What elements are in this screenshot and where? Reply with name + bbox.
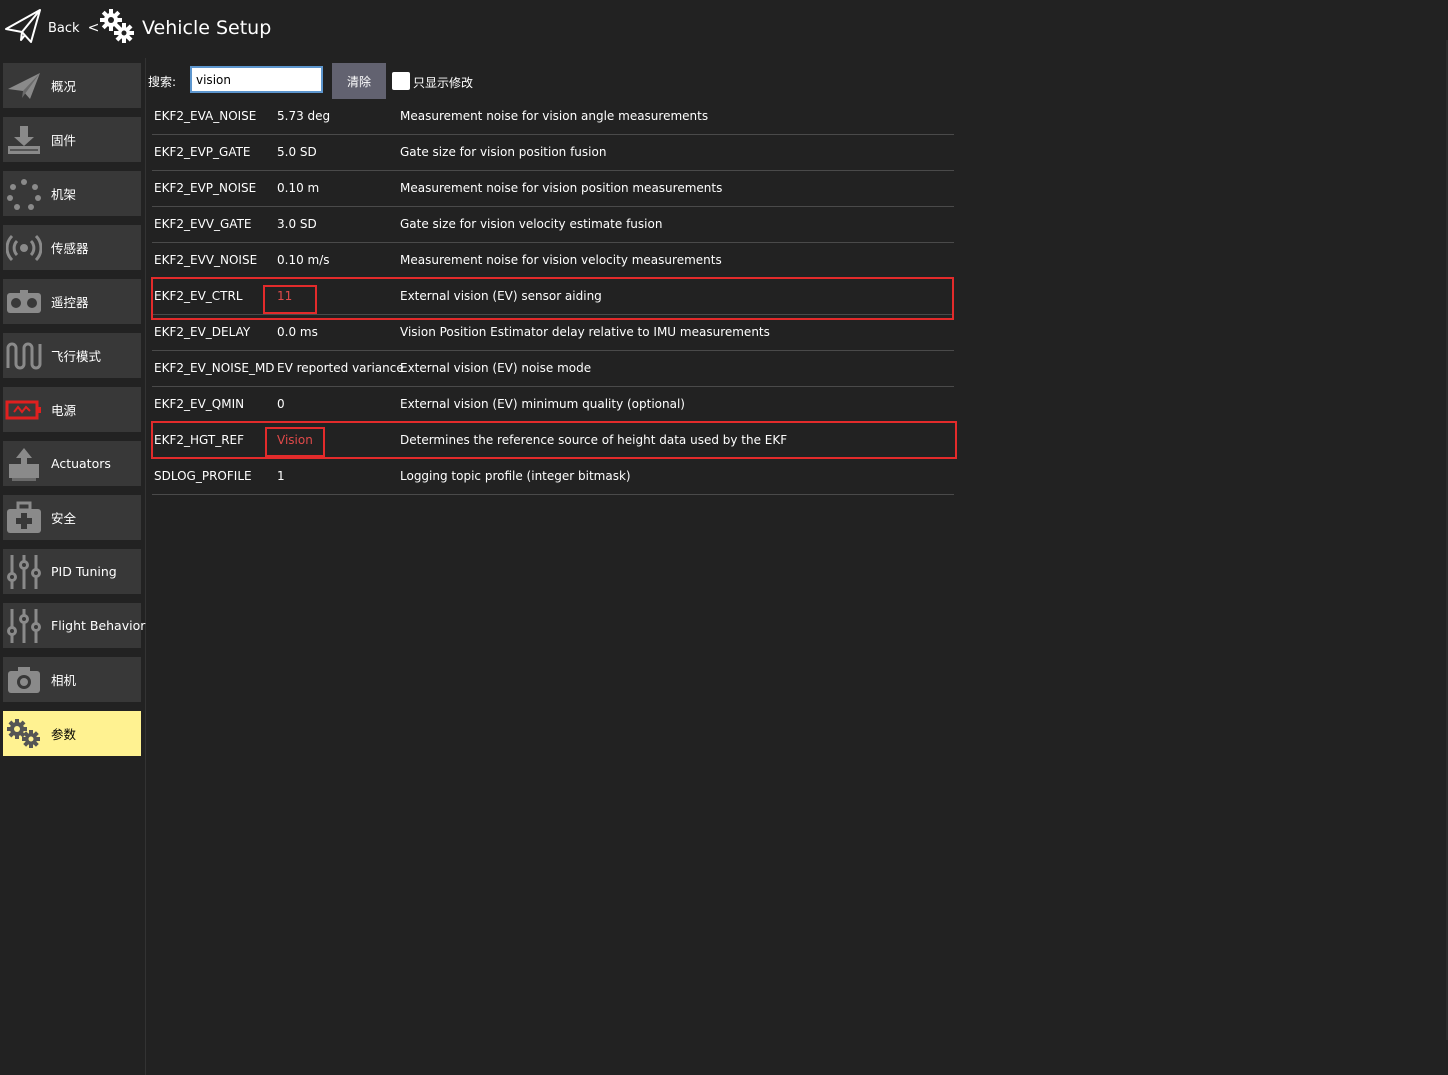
param-description: Gate size for vision velocity estimate f… <box>400 217 663 231</box>
sidebar-item-label: 飞行模式 <box>51 349 102 364</box>
param-name: EKF2_EVA_NOISE <box>154 109 257 123</box>
sidebar-item-label: 传感器 <box>51 241 89 256</box>
param-description: Measurement noise for vision position me… <box>400 181 723 195</box>
sidebar-item-label: 概况 <box>51 79 77 94</box>
battery-icon <box>3 387 45 432</box>
show-modified-label: 只显示修改 <box>413 76 474 90</box>
param-description: Logging topic profile (integer bitmask) <box>400 469 631 483</box>
sidebar-item-label: 固件 <box>51 133 77 148</box>
sidebar-item-flight-behavior[interactable]: Flight Behavior <box>3 603 145 648</box>
safety-kit-icon <box>3 495 45 540</box>
sidebar-item-parameters[interactable]: 参数 <box>3 711 141 756</box>
flight-modes-icon <box>3 333 45 378</box>
actuators-icon <box>3 441 45 486</box>
table-row[interactable]: EKF2_EV_QMIN 0 External vision (EV) mini… <box>152 387 954 423</box>
table-row[interactable]: SDLOG_PROFILE 1 Logging topic profile (i… <box>152 459 954 495</box>
table-row[interactable]: EKF2_EVV_GATE 3.0 SD Gate size for visio… <box>152 207 954 243</box>
sidebar-item-flight-modes[interactable]: 飞行模式 <box>3 333 141 378</box>
sliders-icon <box>3 603 45 648</box>
search-label: 搜索: <box>148 75 177 89</box>
table-row[interactable]: EKF2_EV_DELAY 0.0 ms Vision Position Est… <box>152 315 954 351</box>
sidebar-item-camera[interactable]: 相机 <box>3 657 141 702</box>
table-row[interactable]: EKF2_EV_NOISE_MD EV reported variance Ex… <box>152 351 954 387</box>
param-value: 3.0 SD <box>277 217 317 231</box>
sidebar-item-pid-tuning[interactable]: PID Tuning <box>3 549 141 594</box>
sidebar: 概况 固件 机架 传感器 遥控器 飞行模式 电源 Actuators 安全 PI… <box>0 58 146 1075</box>
sidebar-item-summary[interactable]: 概况 <box>3 63 141 108</box>
sliders-icon <box>3 549 45 594</box>
param-description: External vision (EV) sensor aiding <box>400 289 602 303</box>
param-description: Vision Position Estimator delay relative… <box>400 325 770 339</box>
sidebar-item-power[interactable]: 电源 <box>3 387 141 432</box>
show-modified-checkbox[interactable] <box>392 72 410 90</box>
sidebar-item-label: 相机 <box>51 673 77 688</box>
sidebar-item-label: PID Tuning <box>51 564 117 579</box>
page-title: Vehicle Setup <box>142 17 272 39</box>
table-row[interactable]: EKF2_EV_CTRL 11 External vision (EV) sen… <box>152 279 954 315</box>
param-name: EKF2_EVP_NOISE <box>154 181 257 195</box>
param-value: EV reported variance <box>277 361 404 375</box>
back-label: Back <box>48 20 80 36</box>
sidebar-item-label: 电源 <box>51 403 77 418</box>
param-description: Determines the reference source of heigh… <box>400 433 788 447</box>
param-name: EKF2_EV_QMIN <box>154 397 245 411</box>
param-value: 0 <box>277 397 285 411</box>
header: Back < Vehicle Setup <box>0 0 1448 58</box>
sidebar-item-label: 机架 <box>51 187 77 202</box>
table-row[interactable]: EKF2_EVP_GATE 5.0 SD Gate size for visio… <box>152 135 954 171</box>
sidebar-item-radio[interactable]: 遥控器 <box>3 279 141 324</box>
table-row[interactable]: EKF2_HGT_REF Vision Determines the refer… <box>152 423 954 459</box>
sidebar-item-safety[interactable]: 安全 <box>3 495 141 540</box>
radio-icon <box>3 279 45 324</box>
table-row[interactable]: EKF2_EVP_NOISE 0.10 m Measurement noise … <box>152 171 954 207</box>
param-description: Gate size for vision position fusion <box>400 145 607 159</box>
param-description: Measurement noise for vision velocity me… <box>400 253 722 267</box>
back-button[interactable]: Back < <box>4 8 99 48</box>
search-input[interactable] <box>190 66 323 93</box>
plane-icon <box>3 63 45 108</box>
sidebar-item-label: Actuators <box>51 456 111 471</box>
table-row[interactable]: EKF2_EVV_NOISE 0.10 m/s Measurement nois… <box>152 243 954 279</box>
param-name: EKF2_EVV_NOISE <box>154 253 258 267</box>
camera-icon <box>3 657 45 702</box>
param-name: EKF2_EVV_GATE <box>154 217 252 231</box>
param-value: 1 <box>277 469 285 483</box>
airframe-icon <box>3 171 45 216</box>
param-name: SDLOG_PROFILE <box>154 469 252 483</box>
param-value: 5.0 SD <box>277 145 317 159</box>
param-name: EKF2_EVP_GATE <box>154 145 251 159</box>
param-value: 0.10 m/s <box>277 253 330 267</box>
sidebar-item-sensors[interactable]: 传感器 <box>3 225 141 270</box>
sidebar-item-firmware[interactable]: 固件 <box>3 117 141 162</box>
param-description: External vision (EV) minimum quality (op… <box>400 397 685 411</box>
gears-icon <box>98 7 136 49</box>
sidebar-item-label: 安全 <box>51 511 77 526</box>
param-description: Measurement noise for vision angle measu… <box>400 109 709 123</box>
param-value: 0.0 ms <box>277 325 318 339</box>
param-value: 0.10 m <box>277 181 320 195</box>
sidebar-item-label: 参数 <box>51 727 77 742</box>
param-description: External vision (EV) noise mode <box>400 361 592 375</box>
gears-icon <box>3 711 45 756</box>
param-name: EKF2_EV_NOISE_MD <box>154 361 275 375</box>
page-title-area: Vehicle Setup <box>98 8 271 48</box>
param-name: EKF2_EV_DELAY <box>154 325 251 339</box>
sensors-icon <box>3 225 45 270</box>
param-name: EKF2_HGT_REF <box>154 433 245 447</box>
sidebar-item-label: Flight Behavior <box>51 618 146 633</box>
table-row[interactable]: EKF2_EVA_NOISE 5.73 deg Measurement nois… <box>152 99 954 135</box>
param-value: Vision <box>277 433 313 447</box>
param-name: EKF2_EV_CTRL <box>154 289 243 303</box>
clear-button[interactable]: 清除 <box>332 63 386 99</box>
download-icon <box>3 117 45 162</box>
param-value: 11 <box>277 289 293 303</box>
paper-plane-icon <box>4 7 42 49</box>
sidebar-item-airframe[interactable]: 机架 <box>3 171 141 216</box>
param-value: 5.73 deg <box>277 109 331 123</box>
param-table: EKF2_EVA_NOISE 5.73 deg Measurement nois… <box>152 99 954 495</box>
sidebar-item-label: 遥控器 <box>51 295 89 310</box>
sidebar-item-actuators[interactable]: Actuators <box>3 441 141 486</box>
